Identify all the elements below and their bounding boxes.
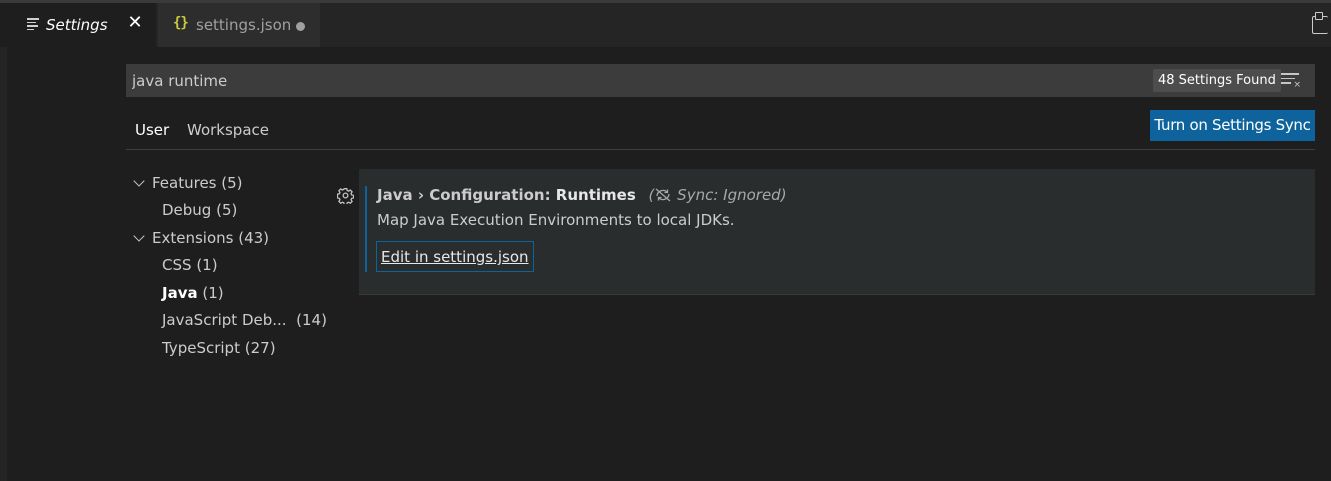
clear-filter-icon[interactable]: × xyxy=(1281,73,1301,90)
turn-on-settings-sync-button[interactable]: Turn on Settings Sync xyxy=(1150,110,1315,141)
activity-edge xyxy=(0,47,7,481)
unsaved-dot-icon[interactable] xyxy=(296,22,305,31)
setting-item-java-runtimes: Java › Configuration: Runtimes ( Sync: I… xyxy=(359,169,1315,295)
tab-settings-label: Settings xyxy=(46,16,108,34)
setting-key: Runtimes xyxy=(555,186,636,204)
settings-editor: Settings ✕ {} settings.json 48 Settings … xyxy=(0,0,1331,481)
chevron-down-icon xyxy=(133,230,145,242)
settings-lines-icon xyxy=(27,16,39,32)
setting-description: Map Java Execution Environments to local… xyxy=(377,211,735,229)
toc-item-debug[interactable]: Debug (5) xyxy=(162,199,237,221)
editor-tab-bar: Settings ✕ {} settings.json xyxy=(0,0,1331,47)
search-input[interactable] xyxy=(126,64,1146,97)
toc-item-typescript[interactable]: TypeScript (27) xyxy=(162,337,276,359)
setting-category: Java › Configuration: xyxy=(377,186,556,204)
json-braces-icon: {} xyxy=(173,15,189,31)
sync-ignored-indicator: ( Sync: Ignored) xyxy=(648,186,787,204)
chevron-down-icon xyxy=(133,175,145,187)
gear-icon[interactable] xyxy=(336,187,355,206)
sync-status-text: Sync: Ignored xyxy=(677,186,781,204)
tab-workspace[interactable]: Workspace xyxy=(187,120,269,150)
toc-item-css[interactable]: CSS (1) xyxy=(162,254,218,276)
toc-item-features[interactable]: Features (5) xyxy=(133,172,243,194)
scope-divider xyxy=(126,149,1315,150)
tab-user[interactable]: User xyxy=(126,120,177,150)
open-settings-json-icon[interactable] xyxy=(1312,12,1328,34)
settings-search-bar: 48 Settings Found × xyxy=(126,64,1315,97)
toc-item-java[interactable]: Java (1) xyxy=(162,282,224,304)
toc-item-extensions[interactable]: Extensions (43) xyxy=(133,227,269,249)
close-icon[interactable]: ✕ xyxy=(126,14,144,32)
edit-in-settings-json-link[interactable]: Edit in settings.json xyxy=(376,241,534,272)
tab-settings-json-label: settings.json xyxy=(196,16,292,34)
setting-title: Java › Configuration: Runtimes ( Sync: I… xyxy=(377,185,787,205)
focus-indicator xyxy=(365,186,367,272)
tab-settings-json[interactable]: {} settings.json xyxy=(158,3,320,47)
tab-settings[interactable]: Settings ✕ xyxy=(0,3,156,47)
toc-item-javascript-debugger[interactable]: JavaScript Deb... (14) xyxy=(162,309,327,331)
results-count-badge: 48 Settings Found xyxy=(1153,69,1281,92)
sync-ignored-icon xyxy=(655,188,671,202)
